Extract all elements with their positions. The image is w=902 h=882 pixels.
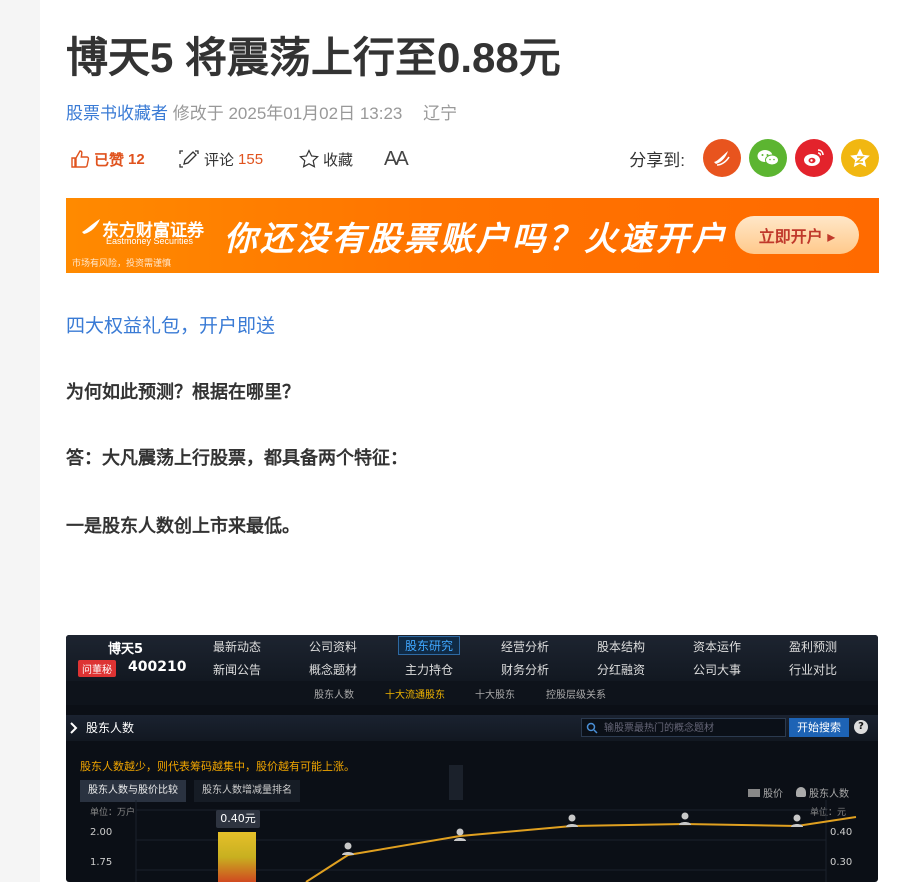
help-icon[interactable]: ? bbox=[854, 720, 868, 734]
paragraph-question: 为何如此预测？根据在哪里？ bbox=[66, 382, 300, 402]
nav-main-holdings[interactable]: 主力持仓 bbox=[405, 661, 453, 678]
nav-events[interactable]: 公司大事 bbox=[693, 661, 741, 678]
start-search-button[interactable]: 开始搜索 bbox=[789, 718, 849, 737]
tab-holders-change-rank[interactable]: 股东人数增减量排名 bbox=[194, 780, 300, 802]
price-tooltip: 0.40元 bbox=[216, 810, 260, 828]
holder-point-icons bbox=[342, 812, 803, 855]
favorite-label: 收藏 bbox=[323, 151, 354, 169]
concept-search-input[interactable]: 输股票最热门的概念题材 bbox=[581, 718, 786, 737]
like-button[interactable]: 已赞 12 bbox=[70, 145, 145, 173]
banner-open-account-button[interactable]: 立即开户 ▸ bbox=[735, 216, 859, 254]
scroll-handle[interactable] bbox=[449, 765, 463, 800]
price-bar bbox=[218, 832, 256, 882]
like-count: 12 bbox=[128, 150, 145, 168]
share-weibo-icon[interactable] bbox=[795, 139, 833, 177]
eastmoney-logo-icon bbox=[82, 219, 100, 234]
share-qzone-icon[interactable] bbox=[841, 139, 879, 177]
article-title: 博天5 将震荡上行至0.88元 bbox=[66, 34, 561, 81]
nav-capital-ops[interactable]: 资本运作 bbox=[693, 638, 741, 655]
nav-shareholder-research[interactable]: 股东研究 bbox=[397, 636, 461, 655]
star-icon bbox=[299, 149, 319, 168]
thumbs-up-icon bbox=[71, 150, 90, 168]
embedded-chart-screenshot: 博天5 问董秘 400210 最新动态 公司资料 股东研究 经营分析 股本结构 … bbox=[66, 635, 878, 882]
search-icon bbox=[586, 722, 598, 734]
favorite-button[interactable]: 收藏 bbox=[299, 145, 353, 173]
open-account-banner[interactable]: 东方财富证券 Eastmoney Securities 市场有风险，投资需谨慎 … bbox=[66, 198, 879, 273]
section-title: 股东人数 bbox=[86, 721, 135, 735]
share-bar: 分享到: bbox=[629, 139, 879, 177]
paragraph-answer: 答：大凡震荡上行股票，都具备两个特征： bbox=[66, 448, 408, 468]
subnav-top10[interactable]: 十大股东 bbox=[475, 686, 515, 701]
chevron-right-icon bbox=[70, 722, 78, 734]
nav-operation[interactable]: 经营分析 bbox=[501, 638, 549, 655]
nav-industry[interactable]: 行业对比 bbox=[789, 661, 837, 678]
stock-code: 400210 bbox=[128, 659, 187, 675]
promo-link[interactable]: 四大权益礼包，开户即送 bbox=[66, 311, 275, 338]
banner-brand-en: Eastmoney Securities bbox=[106, 236, 194, 246]
article-page: 博天5 将震荡上行至0.88元 股票书收藏者 修改于 2025年01月02日 1… bbox=[40, 0, 902, 882]
legend-price: 股价 bbox=[748, 785, 783, 800]
font-size-icon: AA bbox=[384, 147, 409, 170]
action-bar: 已赞 12 评论 155 收藏 AA 分享到: bbox=[66, 139, 879, 177]
font-size-button[interactable]: AA bbox=[384, 145, 409, 173]
nav-latest[interactable]: 最新动态 bbox=[213, 638, 261, 655]
holder-notice: 股东人数越少，则代表筹码越集中，股价越有可能上涨。 bbox=[80, 760, 355, 773]
holders-price-chart bbox=[135, 800, 857, 882]
nav-profit-forecast[interactable]: 盈利预测 bbox=[789, 638, 837, 655]
modified-time: 修改于 2025年01月02日 13:23 bbox=[172, 104, 403, 123]
comment-count: 155 bbox=[238, 150, 264, 168]
person-legend-icon bbox=[796, 787, 806, 797]
legend-price-label: 股价 bbox=[763, 789, 783, 800]
subnav-holder-count[interactable]: 股东人数 bbox=[314, 686, 354, 701]
nav-company-info[interactable]: 公司资料 bbox=[309, 638, 357, 655]
edit-icon bbox=[179, 150, 199, 168]
author-link[interactable]: 股票书收藏者 bbox=[66, 104, 168, 123]
article-meta: 股票书收藏者 修改于 2025年01月02日 13:23 辽宁 bbox=[66, 99, 457, 124]
sub-navigation: 股东人数 十大流通股东 十大股东 控股层级关系 bbox=[66, 681, 878, 705]
share-label: 分享到: bbox=[629, 150, 685, 170]
price-legend-icon bbox=[748, 789, 760, 797]
nav-financial[interactable]: 财务分析 bbox=[501, 661, 549, 678]
holders-line bbox=[305, 816, 857, 882]
nav-concepts[interactable]: 概念题材 bbox=[309, 661, 357, 678]
banner-headline: 你还没有股票账户吗？火速开户 bbox=[224, 220, 728, 257]
tab-holders-vs-price[interactable]: 股东人数与股价比较 bbox=[80, 780, 186, 802]
stock-header: 博天5 问董秘 400210 最新动态 公司资料 股东研究 经营分析 股本结构 … bbox=[66, 635, 878, 681]
location: 辽宁 bbox=[423, 104, 458, 123]
subnav-holding-hierarchy[interactable]: 控股层级关系 bbox=[546, 686, 606, 701]
banner-risk-text: 市场有风险，投资需谨慎 bbox=[72, 258, 172, 268]
nav-equity-structure[interactable]: 股本结构 bbox=[597, 638, 645, 655]
paragraph-point-one: 一是股东人数创上市来最低。 bbox=[66, 516, 300, 536]
share-eastmoney-icon[interactable] bbox=[703, 139, 741, 177]
share-wechat-icon[interactable] bbox=[749, 139, 787, 177]
nav-news[interactable]: 新闻公告 bbox=[213, 661, 261, 678]
legend-holders: 股东人数 bbox=[796, 785, 849, 800]
subnav-top10-float[interactable]: 十大流通股东 bbox=[385, 686, 445, 701]
stock-name: 博天5 bbox=[108, 642, 144, 657]
section-bar: 股东人数 输股票最热门的概念题材 开始搜索 ? bbox=[66, 715, 878, 741]
nav-dividends[interactable]: 分红融资 bbox=[597, 661, 645, 678]
comment-button[interactable]: 评论 155 bbox=[178, 145, 263, 173]
legend-holders-label: 股东人数 bbox=[809, 789, 849, 800]
comment-label: 评论 bbox=[204, 151, 235, 169]
like-label: 已赞 bbox=[94, 151, 125, 169]
ask-secretary-tag[interactable]: 问董秘 bbox=[78, 660, 116, 677]
